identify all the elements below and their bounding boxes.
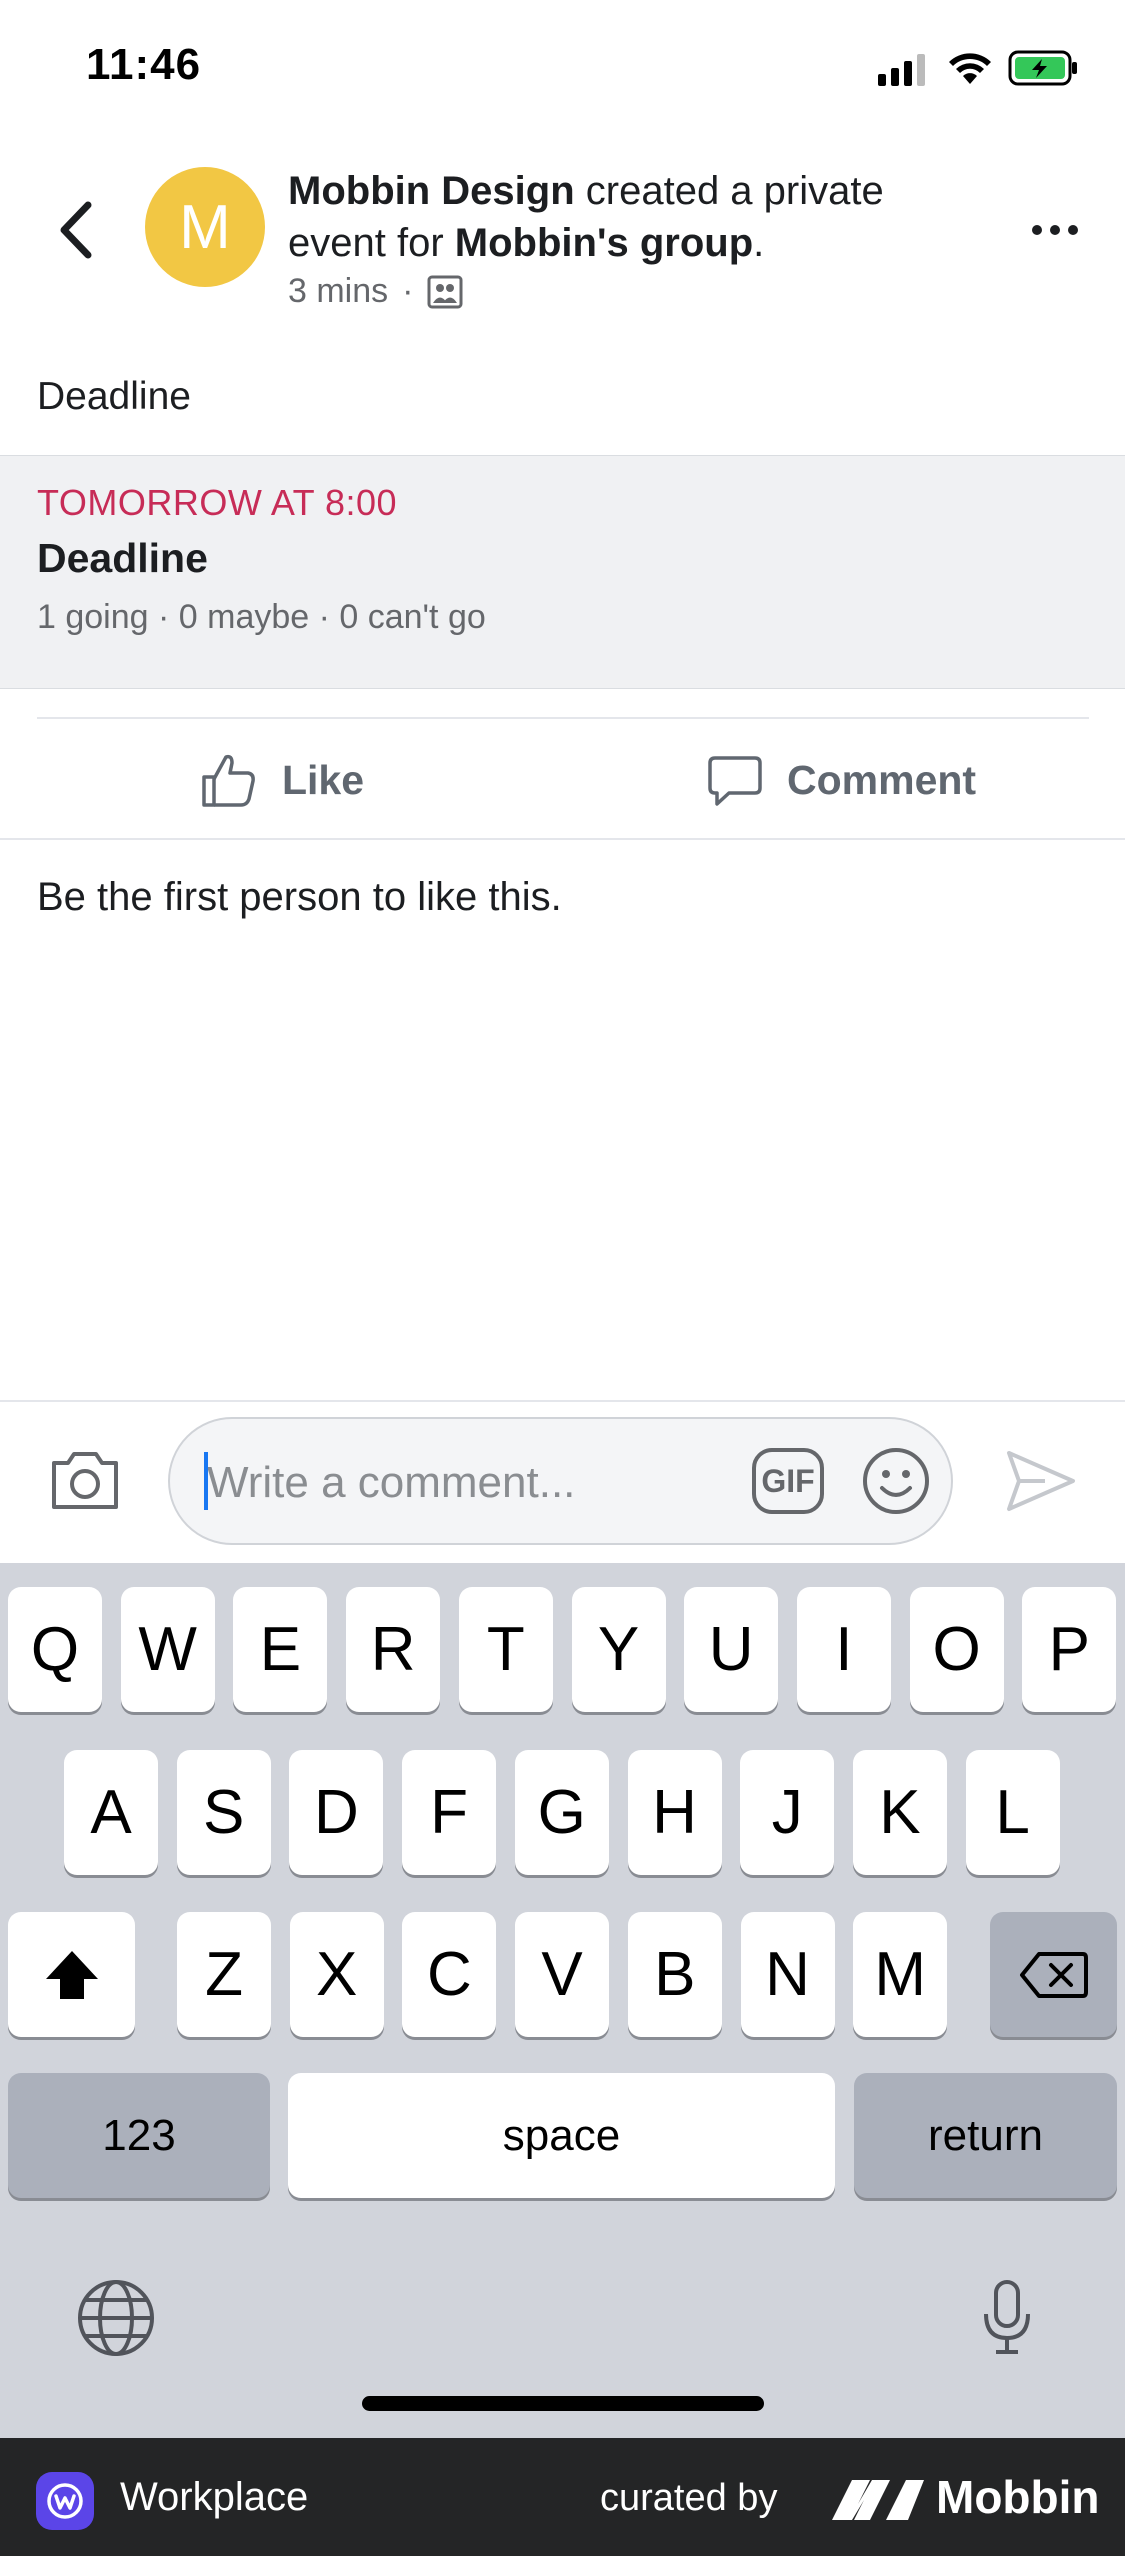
backspace-icon [1019,1951,1088,1998]
key-p[interactable]: P [1022,1587,1117,1712]
meta-separator: · [402,272,414,310]
key-h[interactable]: H [627,1750,722,1875]
gif-button[interactable]: GIF [752,1448,824,1514]
key-l[interactable]: L [965,1750,1060,1875]
key-i[interactable]: I [796,1587,891,1712]
key-k[interactable]: K [852,1750,947,1875]
cellular-signal-icon [878,54,925,86]
microphone-icon[interactable] [980,2278,1034,2358]
group-audience-icon [427,275,463,308]
key-x[interactable]: X [289,1912,384,2037]
wifi-icon [949,53,991,84]
key-s[interactable]: S [176,1750,271,1875]
like-button[interactable]: Like [200,745,364,815]
curated-by-label: curated by [600,2477,778,2519]
key-g[interactable]: G [514,1750,609,1875]
camera-button[interactable] [48,1445,122,1515]
event-title[interactable]: Deadline [37,535,208,582]
mobbin-brand: Mobbin [936,2471,1100,2523]
workplace-logo-icon [36,2472,94,2530]
return-key[interactable]: return [854,2073,1117,2198]
event-date: TOMORROW AT 8:00 [37,482,398,523]
key-m[interactable]: M [853,1912,948,2037]
avatar[interactable]: M [145,167,265,287]
event-rsvp-stats: 1 going · 0 maybe · 0 can't go [37,598,486,636]
app-name: Workplace [120,2475,309,2519]
key-w[interactable]: W [120,1587,215,1712]
divider [37,717,1089,719]
post-body: Deadline [37,375,191,418]
key-c[interactable]: C [402,1912,497,2037]
emoji-button[interactable] [860,1445,932,1517]
shift-icon [45,1950,98,1999]
space-key[interactable]: space [288,2073,835,2198]
key-b[interactable]: B [627,1912,722,2037]
send-button[interactable] [1005,1447,1077,1515]
more-dot-icon [1032,225,1042,235]
headline-period: . [753,221,765,265]
home-indicator [362,2396,764,2411]
thumbs-up-icon [202,754,255,807]
key-u[interactable]: U [684,1587,779,1712]
post-headline: Mobbin Design created a private event fo… [288,165,988,269]
time-ago[interactable]: 3 mins [288,272,388,311]
group-name[interactable]: Mobbin's group [455,221,753,265]
key-y[interactable]: Y [571,1587,666,1712]
back-button[interactable] [50,195,110,265]
globe-icon[interactable] [76,2278,156,2358]
key-n[interactable]: N [740,1912,835,2037]
numbers-key[interactable]: 123 [8,2073,270,2198]
divider [0,838,1125,840]
comment-button[interactable]: Comment [707,745,976,815]
key-e[interactable]: E [233,1587,328,1712]
key-o[interactable]: O [909,1587,1004,1712]
more-dot-icon [1050,225,1060,235]
workplace-w-icon [47,2483,83,2519]
key-v[interactable]: V [515,1912,610,2037]
key-z[interactable]: Z [177,1912,271,2037]
comment-input-wrapper [168,1417,953,1545]
more-options-button[interactable] [1025,215,1085,245]
key-f[interactable]: F [402,1750,497,1875]
comment-label: Comment [787,756,977,803]
key-d[interactable]: D [289,1750,384,1875]
likes-summary: Be the first person to like this. [37,875,562,919]
delete-key[interactable] [990,1912,1117,2037]
key-q[interactable]: Q [8,1587,102,1712]
text-cursor [204,1452,208,1510]
key-t[interactable]: T [458,1587,553,1712]
post-meta: 3 mins · [288,272,463,311]
battery-charging-icon [1008,50,1077,86]
key-a[interactable]: A [64,1750,158,1875]
comment-input[interactable] [205,1449,709,1517]
status-time: 11:46 [86,40,202,89]
more-dot-icon [1068,225,1078,235]
author-name[interactable]: Mobbin Design [288,169,575,213]
mobbin-logo-icon [832,2480,924,2520]
like-label: Like [282,756,365,803]
key-r[interactable]: R [346,1587,441,1712]
shift-key[interactable] [8,1912,135,2037]
comment-bubble-icon [708,756,762,806]
key-j[interactable]: J [740,1750,835,1875]
